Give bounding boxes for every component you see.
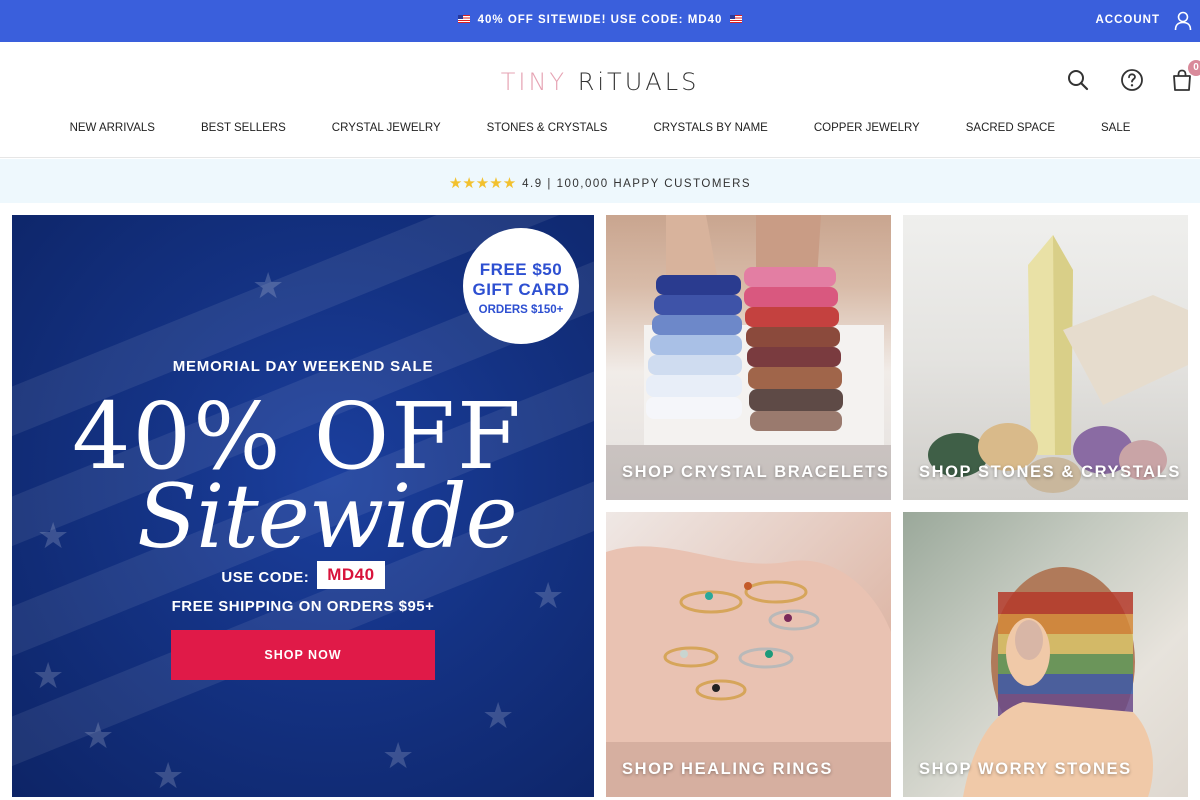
- gift-card-badge: FREE $50 GIFT CARD ORDERS $150+: [463, 228, 579, 344]
- site-header: TINY RiTUALS 0 NEW ARRIVALS BEST SELLERS…: [0, 42, 1200, 158]
- sitewide-script: Sitewide: [137, 465, 518, 568]
- main-nav: NEW ARRIVALS BEST SELLERS CRYSTAL JEWELR…: [0, 122, 1200, 134]
- nav-new-arrivals[interactable]: NEW ARRIVALS: [47, 122, 178, 134]
- star-icon: ★: [37, 515, 70, 556]
- promo-message[interactable]: 40% OFF SITEWIDE! USE CODE: MD40: [0, 14, 1200, 26]
- site-logo[interactable]: TINY RiTUALS: [0, 68, 1200, 96]
- nav-sacred-space[interactable]: SACRED SPACE: [943, 122, 1078, 134]
- us-flag-icon: [457, 14, 470, 23]
- gift-line-1: FREE $50: [479, 260, 563, 279]
- nav-best-sellers[interactable]: BEST SELLERS: [178, 122, 309, 134]
- search-icon[interactable]: [1066, 68, 1090, 92]
- stones-image: [928, 235, 1188, 493]
- sale-event-title: MEMORIAL DAY WEEKEND SALE: [172, 358, 434, 375]
- rating-separator: |: [547, 178, 552, 190]
- account-link[interactable]: ACCOUNT: [1096, 14, 1161, 26]
- gift-line-2: GIFT CARD: [472, 280, 570, 299]
- worry-stone-image: [963, 567, 1153, 797]
- star-icon: ★: [82, 715, 115, 756]
- star-icon: ★: [482, 695, 515, 736]
- code-label: USE CODE:: [221, 568, 310, 586]
- promo-bar: 40% OFF SITEWIDE! USE CODE: MD40 ACCOUNT: [0, 0, 1200, 42]
- tile-label: SHOP CRYSTAL BRACELETS: [622, 463, 890, 481]
- promo-text: 40% OFF SITEWIDE! USE CODE: MD40: [477, 14, 723, 26]
- promo-code-line: USE CODE: MD40: [12, 561, 594, 592]
- tile-crystal-bracelets[interactable]: SHOP CRYSTAL BRACELETS: [606, 215, 891, 500]
- nav-crystal-jewelry[interactable]: CRYSTAL JEWELRY: [309, 122, 464, 134]
- nav-sale[interactable]: SALE: [1078, 122, 1153, 134]
- user-icon[interactable]: [1174, 11, 1192, 31]
- tile-stones-crystals[interactable]: SHOP STONES & CRYSTALS: [903, 215, 1188, 500]
- star-icon: ★: [32, 655, 65, 696]
- rating-summary[interactable]: ★★★★★ 4.9 | 100,000 HAPPY CUSTOMERS: [0, 173, 1200, 192]
- happy-customers-text: 100,000 HAPPY CUSTOMERS: [556, 178, 752, 190]
- star-icon: ★: [382, 735, 415, 776]
- shop-now-button[interactable]: SHOP NOW: [171, 630, 435, 680]
- tile-label: SHOP HEALING RINGS: [622, 760, 833, 778]
- rings-image: [606, 546, 891, 797]
- star-rating-icon: ★★★★★: [448, 175, 517, 192]
- logo-rituals-text: RiTUALS: [577, 68, 700, 96]
- promo-code: MD40: [317, 561, 385, 589]
- cart-count-badge: 0: [1188, 60, 1200, 76]
- gift-line-3: ORDERS $150+: [478, 304, 564, 316]
- bracelets-image: [606, 215, 891, 500]
- rating-bar: ★★★★★ 4.9 | 100,000 HAPPY CUSTOMERS: [0, 159, 1200, 203]
- tile-label: SHOP STONES & CRYSTALS: [919, 463, 1181, 481]
- tile-healing-rings[interactable]: SHOP HEALING RINGS: [606, 512, 891, 797]
- rating-score: 4.9: [522, 178, 543, 190]
- red-bracelet-stack: [744, 267, 843, 431]
- blue-bracelet-stack: [646, 275, 742, 419]
- help-icon[interactable]: [1120, 68, 1144, 92]
- tile-label: SHOP WORRY STONES: [919, 760, 1132, 778]
- logo-tiny-text: TINY: [500, 68, 568, 96]
- nav-crystals-by-name[interactable]: CRYSTALS BY NAME: [630, 122, 790, 134]
- star-icon: ★: [252, 265, 285, 306]
- star-icon: ★: [152, 755, 185, 796]
- us-flag-icon: [730, 14, 743, 23]
- tile-worry-stones[interactable]: SHOP WORRY STONES: [903, 512, 1188, 797]
- nav-stones-crystals[interactable]: STONES & CRYSTALS: [464, 122, 631, 134]
- nav-copper-jewelry[interactable]: COPPER JEWELRY: [791, 122, 943, 134]
- free-shipping-text: FREE SHIPPING ON ORDERS $95+: [171, 598, 435, 615]
- hero-banner[interactable]: ★ ★ ★ ★ ★ ★ ★ ★ FREE $50 GIFT CARD ORDER…: [12, 215, 594, 797]
